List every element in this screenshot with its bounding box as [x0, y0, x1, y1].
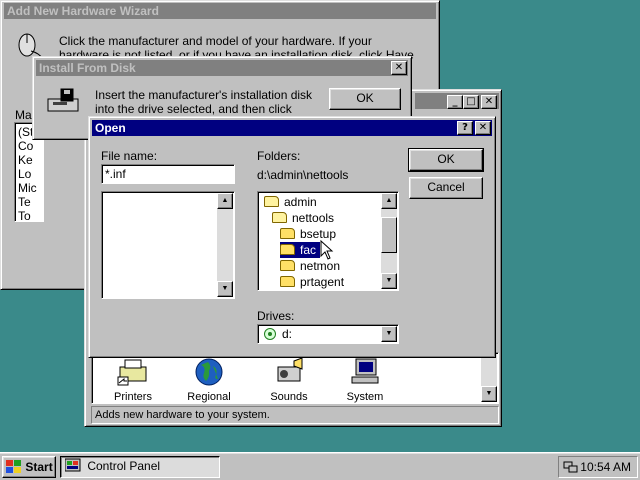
manufacturer-list-item[interactable]: Te: [18, 195, 37, 209]
control-panel-icon: [64, 458, 81, 472]
folder-item[interactable]: nettools: [272, 210, 338, 226]
file-list-scrollbar[interactable]: ▲ ▼: [217, 193, 233, 297]
folder-open-icon: [272, 212, 287, 223]
close-icon: ✕: [394, 62, 404, 73]
computer-icon: [351, 358, 379, 384]
ok-label: OK: [437, 152, 455, 166]
control-panel-item-system[interactable]: System: [340, 357, 390, 403]
taskbar: Start Control Panel 10:54 AM: [0, 452, 640, 480]
control-panel-item-sounds[interactable]: Sounds: [262, 357, 316, 403]
start-button[interactable]: Start: [2, 456, 56, 478]
windows-logo-icon: [6, 460, 21, 473]
folder-name: prtagent: [300, 275, 345, 289]
folders-label: Folders:: [257, 149, 301, 163]
folder-name: fac: [300, 243, 317, 257]
mouse-cursor-icon: [320, 240, 334, 260]
folder-name: bsetup: [300, 227, 337, 241]
taskbar-task-label: Control Panel: [87, 459, 161, 473]
file-name-label: File name:: [101, 149, 158, 163]
folder-icon: [280, 228, 295, 239]
folder-name: nettools: [292, 211, 335, 225]
manufacturer-list-item[interactable]: To: [18, 209, 37, 221]
folder-icon: [280, 260, 295, 271]
control-panel-status-bar: Adds new hardware to your system.: [91, 406, 499, 424]
folder-item[interactable]: admin: [264, 194, 321, 210]
cancel-label: Cancel: [427, 180, 465, 194]
drive-cd-icon: [264, 328, 276, 340]
folder-item[interactable]: netmon: [280, 258, 344, 274]
maximize-icon: □: [466, 96, 476, 107]
install-close-button[interactable]: ✕: [391, 61, 407, 75]
file-name-input[interactable]: *.inf: [101, 164, 235, 184]
open-dialog: Open ? ✕ File name: *.inf ▲ ▼ Folders: d…: [88, 116, 496, 358]
folder-icon: [280, 276, 295, 287]
drives-dropdown-button[interactable]: ▼: [381, 326, 397, 342]
close-icon: ✕: [478, 122, 488, 133]
open-close-button[interactable]: ✕: [475, 121, 491, 135]
close-button[interactable]: ✕: [481, 95, 497, 109]
manufacturer-list-item[interactable]: Mic: [18, 181, 37, 195]
control-panel-item-regional[interactable]: Regional: [182, 357, 236, 403]
folder-scroll-down-button[interactable]: ▼: [381, 273, 397, 289]
help-icon: ?: [462, 122, 468, 133]
close-icon: ✕: [484, 96, 494, 107]
folder-item[interactable]: fac: [280, 242, 321, 258]
help-button[interactable]: ?: [457, 121, 473, 135]
printer-icon: [117, 359, 147, 386]
folder-name: admin: [284, 195, 317, 209]
install-ok-button[interactable]: OK: [329, 88, 401, 110]
wizard-title-bar[interactable]: Add New Hardware Wizard: [4, 3, 436, 19]
file-scroll-down-button[interactable]: ▼: [217, 281, 233, 297]
current-path: d:\admin\nettools: [257, 168, 349, 182]
control-panel-item-printers[interactable]: Printers: [108, 357, 158, 403]
cancel-button[interactable]: Cancel: [409, 177, 483, 199]
clock[interactable]: 10:54 AM: [580, 457, 631, 477]
icon-area-scrollbar[interactable]: ▼: [481, 354, 497, 402]
folder-item[interactable]: prtagent: [280, 274, 348, 290]
install-ok-label: OK: [356, 91, 374, 105]
network-tray-icon[interactable]: [562, 459, 578, 475]
manufacturer-list-item[interactable]: Co: [18, 139, 37, 153]
manufacturer-list-item[interactable]: Ke: [18, 153, 37, 167]
control-panel-icon-area: Printers Regional Sounds System ▼: [91, 352, 499, 404]
start-label: Start: [25, 460, 53, 474]
install-from-disk-title-bar[interactable]: Install From Disk: [36, 60, 408, 76]
folder-scroll-up-button[interactable]: ▲: [381, 193, 397, 209]
system-tray: 10:54 AM: [558, 456, 638, 478]
manufacturer-list-item[interactable]: Lo: [18, 167, 37, 181]
drives-label: Drives:: [257, 309, 295, 323]
scroll-down-button[interactable]: ▼: [481, 386, 497, 402]
globe-icon: [195, 358, 223, 386]
folder-name: netmon: [300, 259, 341, 273]
open-dialog-title: Open: [95, 121, 126, 135]
wizard-title: Add New Hardware Wizard: [7, 4, 159, 18]
disk-drive-icon: [45, 87, 81, 117]
folder-icon: [280, 244, 295, 255]
minimize-icon: _: [452, 96, 458, 107]
file-scroll-up-button[interactable]: ▲: [217, 193, 233, 209]
folder-tree-scrollbar[interactable]: ▲ ▼: [381, 193, 397, 289]
speaker-icon: [277, 357, 303, 382]
regional-label: Regional: [187, 391, 231, 403]
minimize-button[interactable]: _: [447, 95, 463, 109]
folder-open-icon: [264, 196, 279, 207]
maximize-button[interactable]: □: [463, 95, 479, 109]
open-dialog-title-bar[interactable]: Open: [92, 120, 492, 136]
sounds-label: Sounds: [270, 391, 308, 403]
drives-select[interactable]: d: ▼: [257, 324, 399, 344]
printers-label: Printers: [114, 391, 152, 403]
install-from-disk-title: Install From Disk: [39, 61, 136, 75]
drive-value: d:: [282, 327, 293, 341]
ok-button[interactable]: OK: [408, 148, 484, 172]
taskbar-control-panel-button[interactable]: Control Panel: [60, 456, 220, 478]
file-name-value: *.inf: [105, 167, 126, 181]
status-text: Adds new hardware to your system.: [95, 409, 270, 421]
file-list[interactable]: ▲ ▼: [101, 191, 235, 299]
folder-scroll-thumb[interactable]: [381, 217, 397, 253]
system-label: System: [346, 391, 384, 403]
